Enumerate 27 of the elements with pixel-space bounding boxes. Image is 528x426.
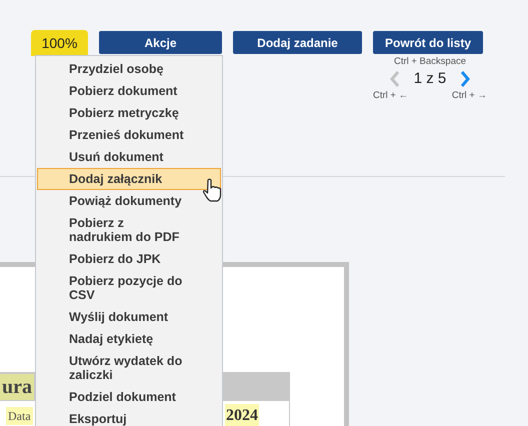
zoom-level-button[interactable]: 100%	[31, 30, 88, 56]
menu-item[interactable]: Pobierz dokument	[37, 80, 221, 102]
toolbar-button[interactable]: Akcje	[99, 31, 222, 54]
hand-cursor-icon	[202, 178, 222, 202]
menu-item[interactable]: Przydziel osobę	[37, 58, 221, 80]
toolbar-button[interactable]: Powrót do listy	[373, 31, 483, 54]
menu-item[interactable]: Przenieś dokument	[37, 124, 221, 146]
menu-item[interactable]: Pobierz do JPK	[37, 248, 221, 270]
document-title: ura	[0, 374, 34, 400]
menu-item[interactable]: Nadaj etykietę	[37, 328, 221, 350]
menu-item[interactable]: Eksportuj	[37, 408, 221, 426]
menu-item[interactable]: Wyślij dokument	[37, 306, 221, 328]
menu-item[interactable]: Pobierz metryczkę	[37, 102, 221, 124]
field-label: Data	[6, 407, 33, 425]
toolbar-button[interactable]: Dodaj zadanie	[233, 31, 362, 54]
menu-item[interactable]: Utwórz wydatek do zaliczki	[37, 350, 221, 386]
menu-item[interactable]: Usuń dokument	[37, 146, 221, 168]
shortcut-hint: Ctrl + →	[452, 89, 487, 103]
menu-item[interactable]: Podziel dokument	[37, 386, 221, 408]
field-value: 2024	[225, 404, 259, 426]
shortcut-hint: Ctrl + Backspace	[394, 55, 466, 69]
shortcut-hint: Ctrl + ←	[373, 89, 408, 103]
menu-item[interactable]: Dodaj załącznik	[37, 168, 221, 190]
chevron-right-icon[interactable]	[460, 71, 470, 87]
menu-item[interactable]: Pobierz pozycje do CSV	[37, 270, 221, 306]
menu-item[interactable]: Pobierz z nadrukiem do PDF	[37, 212, 221, 248]
page-position: 1 z 5	[414, 70, 446, 88]
